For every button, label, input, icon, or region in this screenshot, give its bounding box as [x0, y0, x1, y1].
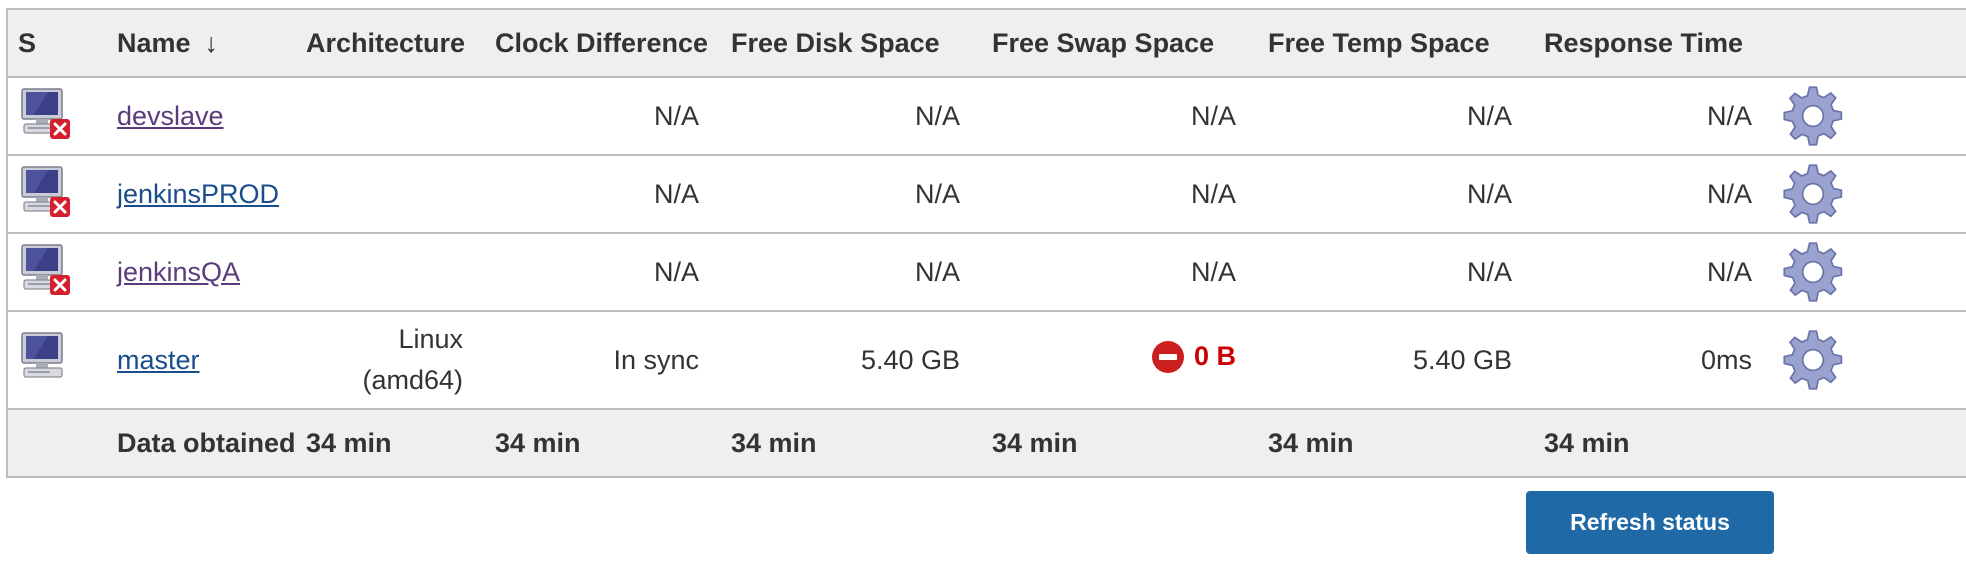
free-temp-space-cell: N/A — [1258, 232, 1534, 312]
configure-cell — [1774, 232, 1966, 312]
header-configure — [1774, 8, 1966, 78]
footer-free-temp-space: 34 min — [1258, 408, 1534, 478]
header-response-time[interactable]: Response Time — [1534, 8, 1774, 78]
table-row: master Linux (amd64) In sync 5.40 GB 0 B… — [6, 310, 1966, 410]
header-status[interactable]: S — [6, 8, 107, 78]
configure-cell — [1774, 76, 1966, 156]
footer-configure-cell — [1774, 408, 1966, 478]
free-swap-space-cell: N/A — [982, 76, 1258, 156]
gear-icon[interactable] — [1782, 241, 1844, 303]
free-temp-space-cell: N/A — [1258, 154, 1534, 234]
footer-status-cell — [6, 408, 107, 478]
footer-response-time: 34 min — [1534, 408, 1774, 478]
response-time-cell: N/A — [1534, 154, 1774, 234]
footer-row: Data obtained 34 min 34 min 34 min 34 mi… — [6, 408, 1966, 478]
node-link-jenkinsqa[interactable]: jenkinsQA — [117, 257, 240, 287]
footer-clock-difference: 34 min — [485, 408, 721, 478]
response-time-cell: N/A — [1534, 232, 1774, 312]
refresh-status-button[interactable]: Refresh status — [1526, 491, 1774, 554]
nodes-table: S Name ↓ Architecture Clock Difference Fr… — [6, 8, 1966, 478]
architecture-cell — [296, 154, 485, 234]
node-link-devslave[interactable]: devslave — [117, 101, 224, 131]
free-swap-space-cell: N/A — [982, 154, 1258, 234]
response-time-cell: 0ms — [1534, 310, 1774, 410]
header-architecture[interactable]: Architecture — [296, 8, 485, 78]
node-link-master[interactable]: master — [117, 345, 200, 375]
footer-free-disk-space: 34 min — [721, 408, 982, 478]
name-cell: devslave — [107, 76, 296, 156]
free-swap-space-cell: N/A — [982, 232, 1258, 312]
computer-offline-icon — [21, 243, 70, 295]
status-cell — [6, 310, 107, 410]
clock-difference-cell: N/A — [485, 76, 721, 156]
gear-icon[interactable] — [1782, 163, 1844, 225]
table-row: jenkinsPROD N/A N/A N/A N/A N/A — [6, 154, 1966, 234]
architecture-cell: Linux (amd64) — [296, 310, 485, 410]
header-free-swap-space[interactable]: Free Swap Space — [982, 8, 1258, 78]
free-disk-space-cell: 5.40 GB — [721, 310, 982, 410]
footer-architecture: 34 min — [296, 408, 485, 478]
node-link-jenkinsprod[interactable]: jenkinsPROD — [117, 179, 279, 209]
status-cell — [6, 76, 107, 156]
architecture-cell — [296, 76, 485, 156]
computer-online-icon — [21, 331, 63, 378]
header-clock-difference[interactable]: Clock Difference — [485, 8, 721, 78]
architecture-os: Linux — [398, 324, 463, 354]
free-disk-space-cell: N/A — [721, 76, 982, 156]
architecture-cell — [296, 232, 485, 312]
name-cell: master — [107, 310, 296, 410]
computer-offline-icon — [21, 165, 70, 217]
header-name[interactable]: Name ↓ — [107, 8, 296, 78]
response-time-cell: N/A — [1534, 76, 1774, 156]
clock-difference-cell: N/A — [485, 154, 721, 234]
free-temp-space-cell: 5.40 GB — [1258, 310, 1534, 410]
gear-icon[interactable] — [1782, 85, 1844, 147]
free-swap-space-value: 0 B — [1193, 341, 1236, 371]
free-disk-space-cell: N/A — [721, 154, 982, 234]
header-free-disk-space[interactable]: Free Disk Space — [721, 8, 982, 78]
header-free-temp-space[interactable]: Free Temp Space — [1258, 8, 1534, 78]
table-row: devslave N/A N/A N/A N/A N/A — [6, 76, 1966, 156]
sort-descending-icon: ↓ — [204, 27, 219, 58]
free-swap-space-cell: 0 B — [982, 310, 1258, 410]
header-row: S Name ↓ Architecture Clock Difference Fr… — [6, 8, 1966, 78]
footer-free-swap-space: 34 min — [982, 408, 1258, 478]
gear-icon[interactable] — [1782, 329, 1844, 391]
name-cell: jenkinsQA — [107, 232, 296, 312]
clock-difference-cell: N/A — [485, 232, 721, 312]
table-row: jenkinsQA N/A N/A N/A N/A N/A — [6, 232, 1966, 312]
header-name-label: Name — [117, 27, 191, 58]
clock-difference-cell: In sync — [485, 310, 721, 410]
configure-cell — [1774, 154, 1966, 234]
status-cell — [6, 232, 107, 312]
swap-warning: 0 B — [1151, 340, 1236, 373]
computer-offline-icon — [21, 87, 70, 139]
free-temp-space-cell: N/A — [1258, 76, 1534, 156]
status-cell — [6, 154, 107, 234]
name-cell: jenkinsPROD — [107, 154, 296, 234]
free-disk-space-cell: N/A — [721, 232, 982, 312]
configure-cell — [1774, 310, 1966, 410]
stop-icon — [1151, 340, 1184, 373]
data-obtained-label: Data obtained — [107, 408, 296, 478]
architecture-cpu: (amd64) — [362, 365, 463, 395]
